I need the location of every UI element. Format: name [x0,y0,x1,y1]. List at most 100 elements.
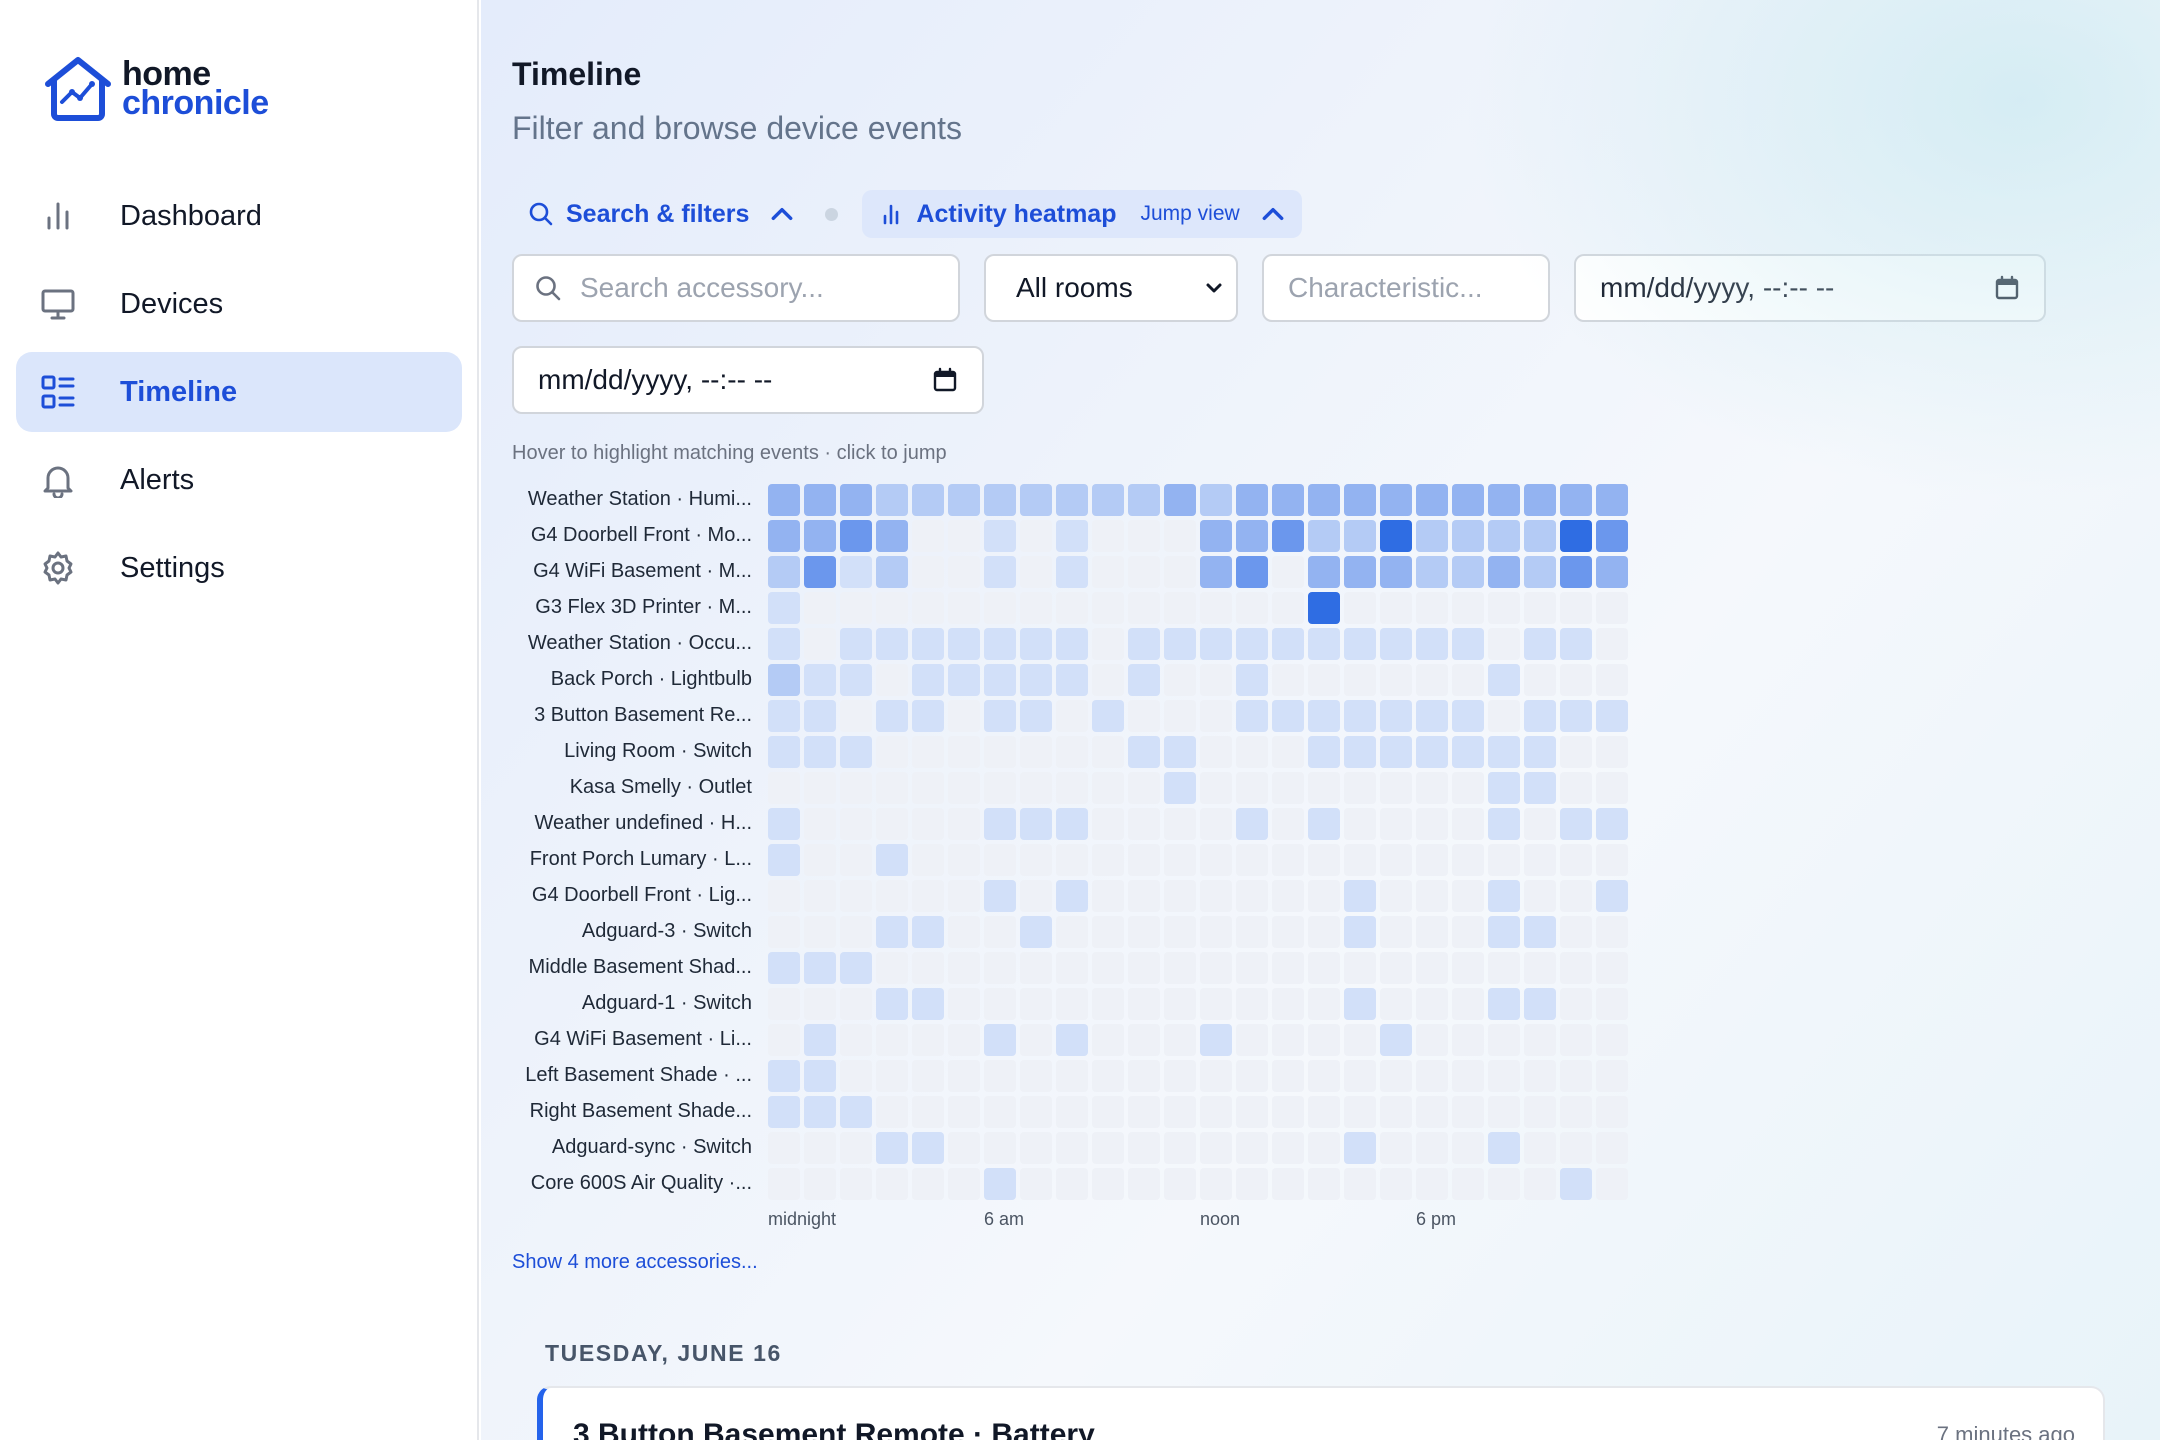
heatmap-cell[interactable] [840,808,872,840]
heatmap-cell[interactable] [1416,736,1448,768]
heatmap-cell[interactable] [1380,808,1412,840]
heatmap-cell[interactable] [1128,808,1160,840]
heatmap-cell[interactable] [840,628,872,660]
heatmap-cell[interactable] [1416,700,1448,732]
sidebar-item-timeline[interactable]: Timeline [16,352,462,432]
heatmap-cell[interactable] [1452,808,1484,840]
heatmap-cell[interactable] [876,664,908,696]
heatmap-cell[interactable] [804,1060,836,1092]
heatmap-cell[interactable] [1380,772,1412,804]
heatmap-cell[interactable] [1272,844,1304,876]
heatmap-cell[interactable] [912,1168,944,1200]
heatmap-cell[interactable] [984,916,1016,948]
heatmap-cell[interactable] [1236,1096,1268,1128]
heatmap-cell[interactable] [948,952,980,984]
heatmap-cell[interactable] [1128,736,1160,768]
heatmap-cell[interactable] [840,700,872,732]
heatmap-cell[interactable] [1020,808,1052,840]
heatmap-cell[interactable] [1308,952,1340,984]
heatmap-cell[interactable] [1056,520,1088,552]
heatmap-cell[interactable] [1164,628,1196,660]
heatmap-cell[interactable] [1128,916,1160,948]
heatmap-cell[interactable] [1524,988,1556,1020]
heatmap-cell[interactable] [1128,880,1160,912]
heatmap-cell[interactable] [1416,988,1448,1020]
heatmap-cell[interactable] [948,772,980,804]
heatmap-cell[interactable] [1416,772,1448,804]
heatmap-cell[interactable] [1488,772,1520,804]
heatmap-cell[interactable] [804,880,836,912]
heatmap-cell[interactable] [1200,772,1232,804]
heatmap-cell[interactable] [804,592,836,624]
heatmap-cell[interactable] [1164,664,1196,696]
heatmap-cell[interactable] [1092,1096,1124,1128]
heatmap-cell[interactable] [1200,1024,1232,1056]
heatmap-cell[interactable] [768,520,800,552]
heatmap-cell[interactable] [1452,1096,1484,1128]
heatmap-cell[interactable] [984,772,1016,804]
heatmap-cell[interactable] [876,700,908,732]
heatmap-cell[interactable] [1200,844,1232,876]
heatmap-cell[interactable] [1596,556,1628,588]
heatmap-cell[interactable] [1164,916,1196,948]
heatmap-cell[interactable] [1092,808,1124,840]
heatmap-cell[interactable] [1164,988,1196,1020]
heatmap-cell[interactable] [912,1024,944,1056]
heatmap-cell[interactable] [768,736,800,768]
heatmap-cell[interactable] [1524,1060,1556,1092]
heatmap-cell[interactable] [1056,1060,1088,1092]
heatmap-cell[interactable] [1164,1024,1196,1056]
heatmap-cell[interactable] [1164,1132,1196,1164]
heatmap-cell[interactable] [1020,844,1052,876]
heatmap-cell[interactable] [1596,484,1628,516]
heatmap-cell[interactable] [984,1132,1016,1164]
heatmap-cell[interactable] [912,808,944,840]
heatmap-cell[interactable] [1452,736,1484,768]
heatmap-cell[interactable] [1272,520,1304,552]
heatmap-cell[interactable] [1416,952,1448,984]
heatmap-cell[interactable] [948,628,980,660]
heatmap-cell[interactable] [1380,1024,1412,1056]
heatmap-cell[interactable] [1560,520,1592,552]
heatmap-cell[interactable] [984,1096,1016,1128]
heatmap-cell[interactable] [948,664,980,696]
heatmap-cell[interactable] [1128,592,1160,624]
heatmap-cell[interactable] [912,484,944,516]
heatmap-cell[interactable] [1272,592,1304,624]
heatmap-cell[interactable] [768,628,800,660]
heatmap-cell[interactable] [1344,880,1376,912]
heatmap-cell[interactable] [948,1168,980,1200]
heatmap-cell[interactable] [1344,772,1376,804]
heatmap-cell[interactable] [1164,952,1196,984]
heatmap-cell[interactable] [984,556,1016,588]
heatmap-cell[interactable] [1416,1060,1448,1092]
heatmap-cell[interactable] [948,808,980,840]
heatmap-cell[interactable] [1560,880,1592,912]
heatmap-cell[interactable] [768,844,800,876]
heatmap-cell[interactable] [1380,988,1412,1020]
heatmap-cell[interactable] [912,1096,944,1128]
heatmap-cell[interactable] [948,736,980,768]
heatmap-cell[interactable] [1488,1060,1520,1092]
heatmap-cell[interactable] [1344,1132,1376,1164]
heatmap-cell[interactable] [912,844,944,876]
heatmap-cell[interactable] [1056,664,1088,696]
heatmap-cell[interactable] [984,952,1016,984]
heatmap-cell[interactable] [1560,592,1592,624]
heatmap-cell[interactable] [948,484,980,516]
heatmap-cell[interactable] [912,700,944,732]
heatmap-cell[interactable] [1236,664,1268,696]
heatmap-cell[interactable] [1344,484,1376,516]
heatmap-cell[interactable] [1560,952,1592,984]
heatmap-cell[interactable] [804,664,836,696]
heatmap-cell[interactable] [804,1132,836,1164]
heatmap-cell[interactable] [840,1060,872,1092]
heatmap-cell[interactable] [1200,628,1232,660]
heatmap-cell[interactable] [1308,1060,1340,1092]
heatmap-cell[interactable] [1344,1168,1376,1200]
heatmap-cell[interactable] [840,772,872,804]
heatmap-cell[interactable] [948,988,980,1020]
heatmap-cell[interactable] [1452,988,1484,1020]
heatmap-cell[interactable] [1380,520,1412,552]
heatmap-cell[interactable] [1272,664,1304,696]
